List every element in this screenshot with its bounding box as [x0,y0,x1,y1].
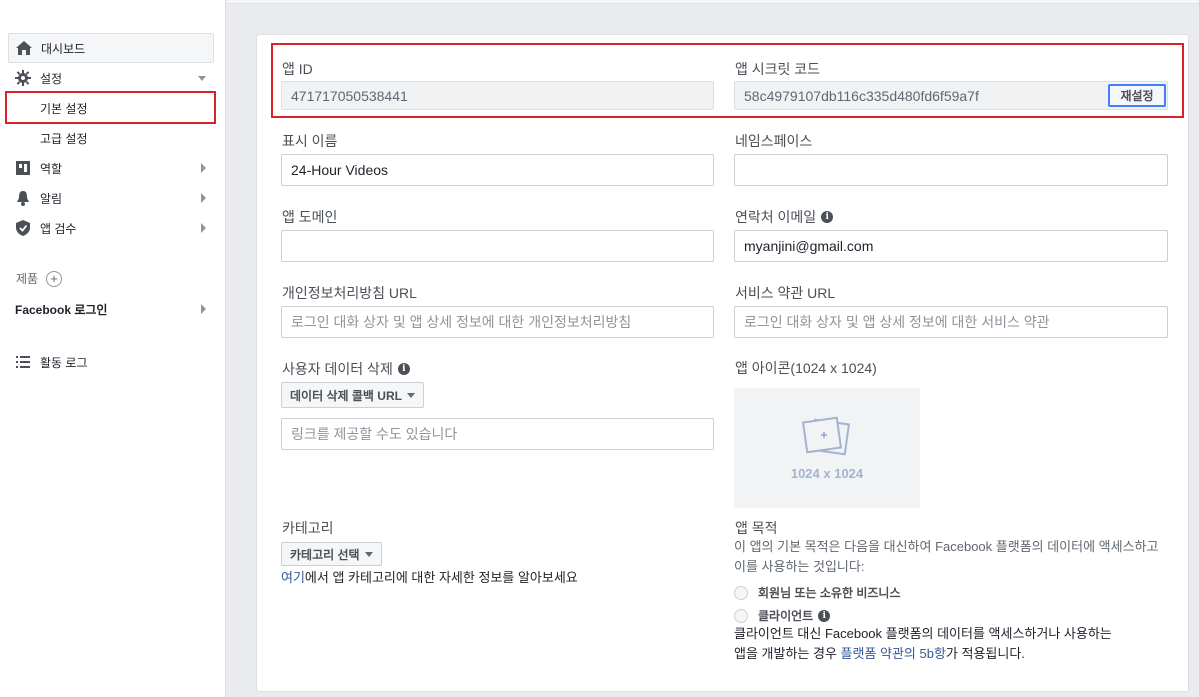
reset-secret-button[interactable]: 재설정 [1108,84,1166,107]
app-domains-label: 앱 도메인 [282,209,338,225]
namespace-input[interactable] [734,154,1168,186]
chevron-right-icon [201,193,206,203]
dropdown-label: 데이터 삭제 콜백 URL [290,388,402,403]
platform-terms-link[interactable]: 플랫폼 약관의 5b항 [841,646,946,661]
info-icon[interactable]: i [818,609,831,622]
client-notice-line-2: 앱을 개발하는 경우 플랫폼 약관의 5b항가 적용됩니다. [734,644,1184,664]
sidebar-item-label: 설정 [40,71,63,86]
app-id-field[interactable]: 471717050538441 [281,81,714,110]
sidebar-item-label: 고급 설정 [40,131,88,146]
sidebar-item-app-review[interactable]: 앱 검수 [8,213,214,243]
tos-url-label: 서비스 약관 URL [735,285,836,301]
app-domains-input[interactable] [281,230,714,262]
app-secret-field[interactable]: 58c4979107db116c335d480fd6f59a7f [734,81,1168,110]
app-icon-label: 앱 아이콘(1024 x 1024) [735,360,877,376]
bell-icon [14,190,32,206]
app-secret-label: 앱 시크릿 코드 [735,61,821,77]
chevron-right-icon [201,223,206,233]
category-dropdown[interactable]: 카테고리 선택 [281,542,382,566]
sidebar-item-dashboard[interactable]: 대시보드 [8,33,214,63]
purpose-option-client[interactable]: 클라이언트 i [734,607,831,624]
app-purpose-label: 앱 목적 [735,520,778,536]
category-label: 카테고리 [282,520,334,536]
category-help-text: 에서 앱 카테고리에 대한 자세한 정보를 알아보세요 [304,570,578,585]
app-purpose-description: 이 앱의 기본 목적은 다음을 대신하여 Facebook 플랫폼의 데이터에 … [734,539,1159,574]
data-deletion-url-input[interactable]: 링크를 제공할 수도 있습니다 [281,418,714,450]
display-name-label: 표시 이름 [282,133,338,149]
sidebar-item-label: 알림 [40,191,63,206]
sidebar-item-label: Facebook 로그인 [15,302,108,317]
data-deletion-label-row: 사용자 데이터 삭제 i [282,359,410,379]
radio-button[interactable] [734,585,748,600]
privacy-url-label: 개인정보처리방침 URL [282,285,417,301]
sidebar-item-roles[interactable]: 역할 [8,153,214,183]
client-notice-line-1: 클라이언트 대신 Facebook 플랫폼의 데이터를 액세스하거나 사용하는 [734,626,1112,641]
products-label: 제품 [16,272,39,286]
category-help: 여기에서 앱 카테고리에 대한 자세한 정보를 알아보세요 [281,568,578,588]
display-name-input[interactable]: 24-Hour Videos [281,154,714,186]
client-notice-text: 앱을 개발하는 경우 [734,646,841,661]
image-placeholder-icon [801,416,851,455]
info-icon[interactable]: i [397,363,410,375]
sidebar-item-label: 역할 [40,161,63,176]
caret-down-icon [406,392,415,398]
radio-label: 클라이언트 [758,609,814,623]
radio-button[interactable] [734,608,748,623]
roles-icon [14,160,32,176]
contact-email-label-row: 연락처 이메일 i [735,207,834,227]
privacy-url-input[interactable]: 로그인 대화 상자 및 앱 상세 정보에 대한 개인정보처리방침 [281,306,714,338]
caret-down-icon [364,551,373,557]
category-help-link[interactable]: 여기 [281,570,305,585]
radio-label: 회원님 또는 소유한 비즈니스 [758,586,901,600]
sidebar-item-label: 활동 로그 [40,355,88,370]
sidebar-item-activity-log[interactable]: 활동 로그 [8,347,214,377]
top-bar [227,0,1199,4]
purpose-option-self[interactable]: 회원님 또는 소유한 비즈니스 [734,584,900,601]
app-icon-size: 1024 x 1024 [790,465,864,481]
app-id-label: 앱 ID [282,61,313,77]
sidebar-item-settings[interactable]: 설정 [8,63,214,93]
contact-email-label: 연락처 이메일 [735,209,817,225]
data-deletion-type-dropdown[interactable]: 데이터 삭제 콜백 URL [281,382,424,408]
products-section: 제품 + [16,270,63,287]
shield-check-icon [14,220,32,236]
sidebar-item-alerts[interactable]: 알림 [8,183,214,213]
app-icon-upload[interactable]: 1024 x 1024 [734,388,920,508]
client-notice: 클라이언트 대신 Facebook 플랫폼의 데이터를 액세스하거나 사용하는 … [734,624,1184,664]
sidebar-item-label: 앱 검수 [40,221,77,236]
namespace-label: 네임스페이스 [735,133,813,149]
sidebar-item-facebook-login[interactable]: Facebook 로그인 [8,294,214,324]
highlight-box-sidebar [5,91,216,124]
add-product-icon[interactable]: + [46,270,63,287]
data-deletion-label: 사용자 데이터 삭제 [282,361,393,377]
chevron-down-icon [198,76,206,81]
info-icon[interactable]: i [821,211,834,223]
chevron-right-icon [201,163,206,173]
gear-icon [14,70,32,86]
home-icon [15,40,33,56]
sidebar-item-label: 대시보드 [41,41,86,56]
tos-url-input[interactable]: 로그인 대화 상자 및 앱 상세 정보에 대한 서비스 약관 [734,306,1168,338]
sidebar-item-advanced-settings[interactable]: 고급 설정 [8,123,214,153]
chevron-right-icon [201,304,206,314]
dropdown-label: 카테고리 선택 [290,547,360,562]
list-icon [14,354,32,370]
contact-email-input[interactable]: myanjini@gmail.com [734,230,1168,262]
client-notice-text-end: 가 적용됩니다. [945,646,1025,661]
